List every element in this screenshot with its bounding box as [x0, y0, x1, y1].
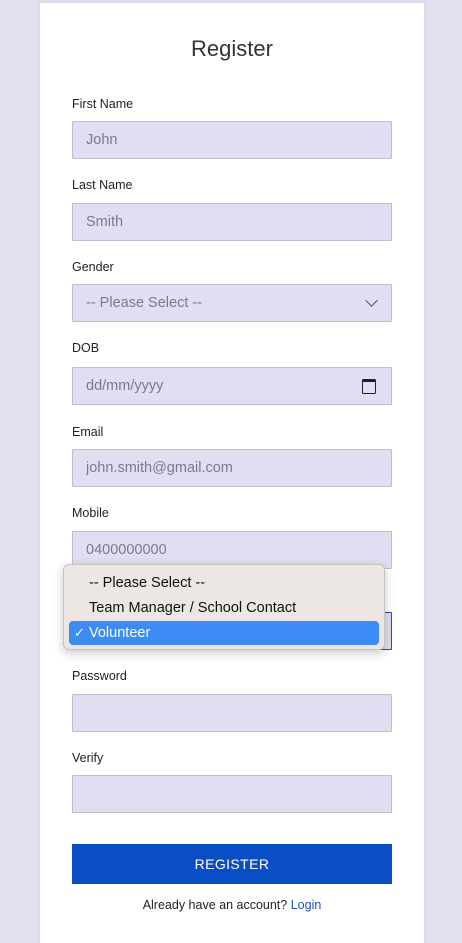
last-name-input[interactable]: Smith [72, 203, 392, 241]
checkmark-icon: ✓ [74, 625, 85, 640]
email-label: Email [72, 425, 104, 439]
login-prompt: Already have an account? Login [40, 898, 424, 913]
login-prompt-text: Already have an account? [142, 898, 288, 912]
verify-password-input[interactable] [72, 775, 392, 813]
role-option-label: -- Please Select -- [89, 575, 206, 591]
role-dropdown-menu: -- Please Select -- Team Manager / Schoo… [63, 564, 385, 650]
verify-label: Verify [72, 751, 104, 765]
first-name-placeholder: John [86, 132, 118, 148]
dob-label: DOB [72, 341, 100, 355]
gender-select[interactable]: -- Please Select -- [72, 284, 392, 322]
mobile-placeholder: 0400000000 [86, 542, 167, 558]
last-name-placeholder: Smith [86, 214, 124, 230]
dob-date-input[interactable]: dd/mm/yyyy [72, 367, 392, 405]
first-name-input[interactable]: John [72, 121, 392, 159]
last-name-label: Last Name [72, 178, 133, 192]
register-button[interactable]: REGISTER [72, 844, 392, 884]
email-placeholder: john.smith@gmail.com [86, 460, 233, 476]
page-title: Register [191, 36, 273, 61]
register-card: Register First Name John Last Name Smith… [40, 3, 424, 943]
first-name-label: First Name [72, 97, 134, 111]
role-option-volunteer[interactable]: ✓ Volunteer [69, 621, 379, 645]
gender-label: Gender [72, 260, 114, 274]
role-option-label: Volunteer [89, 625, 151, 641]
role-option-please-select[interactable]: -- Please Select -- [69, 571, 379, 595]
password-input[interactable] [72, 694, 392, 732]
role-option-team-manager[interactable]: Team Manager / School Contact [69, 596, 379, 620]
chevron-down-icon [365, 294, 378, 307]
login-link[interactable]: Login [291, 898, 322, 912]
password-label: Password [72, 669, 127, 683]
gender-selected-value: -- Please Select -- [86, 295, 203, 311]
role-option-label: Team Manager / School Contact [89, 600, 297, 616]
dob-placeholder: dd/mm/yyyy [86, 378, 164, 394]
mobile-label: Mobile [72, 506, 109, 520]
email-input[interactable]: john.smith@gmail.com [72, 449, 392, 487]
calendar-icon[interactable] [362, 378, 376, 394]
